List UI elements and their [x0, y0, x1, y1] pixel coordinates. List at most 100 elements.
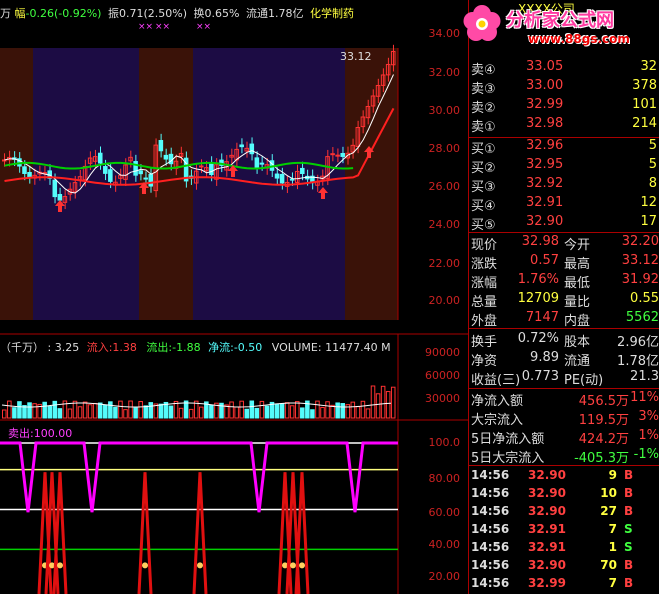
- volume-bar: [128, 400, 133, 419]
- tick-row[interactable]: 14:56 32.90 10 B: [468, 486, 659, 504]
- candle-body: [249, 143, 255, 155]
- volume-bar: [178, 407, 184, 419]
- axis-tick: 22.00: [428, 257, 461, 270]
- candle-body: [254, 157, 260, 168]
- tick-volume: 7: [608, 576, 617, 590]
- candle-body: [108, 169, 113, 182]
- net-value: -0.50: [233, 341, 263, 354]
- stat-value: 0.57: [530, 253, 559, 268]
- volume-bar: [365, 408, 371, 419]
- bid-row[interactable]: 买② 32.95 5: [468, 157, 659, 176]
- axis-tick: 40.00: [428, 538, 461, 551]
- fund-flow-row: 5日净流入额 424.2万 1%: [468, 428, 659, 447]
- bid-price: 32.95: [526, 157, 564, 172]
- volume-bar: [77, 406, 83, 419]
- bid-row[interactable]: 买③ 32.92 8: [468, 176, 659, 195]
- bid-row[interactable]: 买④ 32.91 12: [468, 195, 659, 214]
- stat-value: 2.96亿: [617, 335, 659, 350]
- stat-value: 1.76%: [517, 272, 559, 287]
- stat-label: 股本: [564, 335, 591, 350]
- volume-bar: [360, 400, 366, 419]
- volume-bar: [390, 386, 396, 419]
- stat-row: 涨跌 0.57 最高 33.12: [468, 253, 659, 272]
- ask-price: 32.99: [526, 97, 564, 112]
- volume-bar: [57, 408, 63, 419]
- signal-hand-icon: [299, 562, 305, 569]
- volume-bar: [264, 405, 270, 419]
- flow-label: 大宗流入: [471, 413, 524, 428]
- fund-flow-row: 5日大宗流入 -405.3万 -1%: [468, 447, 659, 466]
- tick-row[interactable]: 14:56 32.90 27 B: [468, 504, 659, 522]
- indicator-legend: 卖出:100.00: [8, 425, 72, 441]
- tick-time: 14:56: [471, 504, 510, 518]
- background-band: [345, 48, 398, 320]
- axis-tick: 60000: [425, 369, 460, 382]
- quote-panel: XXXX公司 卖④ 33.05 32 卖③ 33.00 378 卖② 32.99…: [468, 0, 659, 594]
- stat-value: 5562: [625, 310, 659, 325]
- volume-bar: [239, 400, 244, 419]
- tick-volume: 7: [608, 522, 617, 536]
- stat-label: 收益(三): [471, 373, 521, 388]
- tick-time: 14:56: [471, 558, 510, 572]
- bid-row[interactable]: 买⑤ 32.90 17: [468, 214, 659, 233]
- stat-label: 净资: [471, 354, 498, 369]
- outflow-value: -1.88: [172, 341, 201, 354]
- volume-bar: [340, 403, 345, 419]
- tick-volume: 27: [600, 504, 617, 518]
- bid-row[interactable]: 买① 32.96 5: [468, 138, 659, 157]
- stat-value: 1.78亿: [617, 354, 659, 369]
- ask-label: 卖①: [471, 120, 496, 135]
- volume-bar: [380, 385, 386, 419]
- tick-time: 14:56: [471, 540, 510, 554]
- volume-bar: [330, 404, 335, 419]
- ask-row[interactable]: 卖③ 33.00 378: [468, 78, 659, 97]
- bid-volume: 8: [648, 176, 657, 191]
- volume-bar: [2, 409, 7, 419]
- inflow-value: 1.38: [112, 341, 137, 354]
- vol-value: : 3.25: [47, 341, 80, 354]
- volume-bar: [279, 403, 285, 419]
- candle-body: [52, 179, 58, 198]
- volume-bar: [82, 401, 88, 419]
- ask-row[interactable]: 卖④ 33.05 32: [468, 59, 659, 78]
- volume-bar: [168, 405, 174, 419]
- bid-volume: 12: [640, 195, 657, 210]
- ask-volume: 378: [632, 78, 657, 93]
- candle-body: [239, 144, 244, 148]
- volume-bar: [234, 406, 239, 419]
- tick-price: 32.90: [528, 486, 566, 500]
- stat-label: 内盘: [564, 314, 591, 329]
- indicator-red-spike: [52, 472, 68, 594]
- volume-bar: [284, 402, 290, 419]
- candle-body: [27, 171, 32, 178]
- axis-tick: 60.00: [428, 506, 461, 519]
- tick-row[interactable]: 14:56 32.91 1 S: [468, 540, 659, 558]
- axis-tick: 80.00: [428, 472, 461, 485]
- candle-body: [158, 140, 164, 152]
- volume-bar: [249, 400, 255, 419]
- tick-side: B: [624, 558, 634, 572]
- ask-row[interactable]: 卖② 32.99 101: [468, 97, 659, 116]
- candle-body: [330, 153, 335, 156]
- tick-row[interactable]: 14:56 32.91 7 S: [468, 522, 659, 540]
- tick-row[interactable]: 14:56 32.99 7 B: [468, 576, 659, 594]
- axis-tick: 20.00: [428, 294, 461, 307]
- stat-label: 最高: [564, 257, 591, 272]
- volume-bar: [209, 404, 214, 419]
- flow-label: 5日净流入额: [471, 432, 545, 447]
- site-logo: 分析家公式网 www.88gs.com: [458, 0, 659, 52]
- bid-price: 32.92: [526, 176, 564, 191]
- stat-label: 涨跌: [471, 257, 498, 272]
- tick-row[interactable]: 14:56 32.90 70 B: [468, 558, 659, 576]
- ask-row[interactable]: 卖① 32.98 214: [468, 116, 659, 135]
- volume-bar: [259, 400, 265, 419]
- tick-divider: [468, 465, 659, 466]
- tick-row[interactable]: 14:56 32.90 9 B: [468, 468, 659, 486]
- flow-pct: 11%: [630, 390, 659, 405]
- stat-value: 12709: [517, 291, 559, 306]
- kline-chart[interactable]: [0, 0, 468, 594]
- tick-price: 32.99: [528, 576, 566, 590]
- stat-row: 总量 12709 量比 0.55: [468, 291, 659, 310]
- candle-body: [143, 177, 148, 180]
- volume-bar: [92, 402, 98, 419]
